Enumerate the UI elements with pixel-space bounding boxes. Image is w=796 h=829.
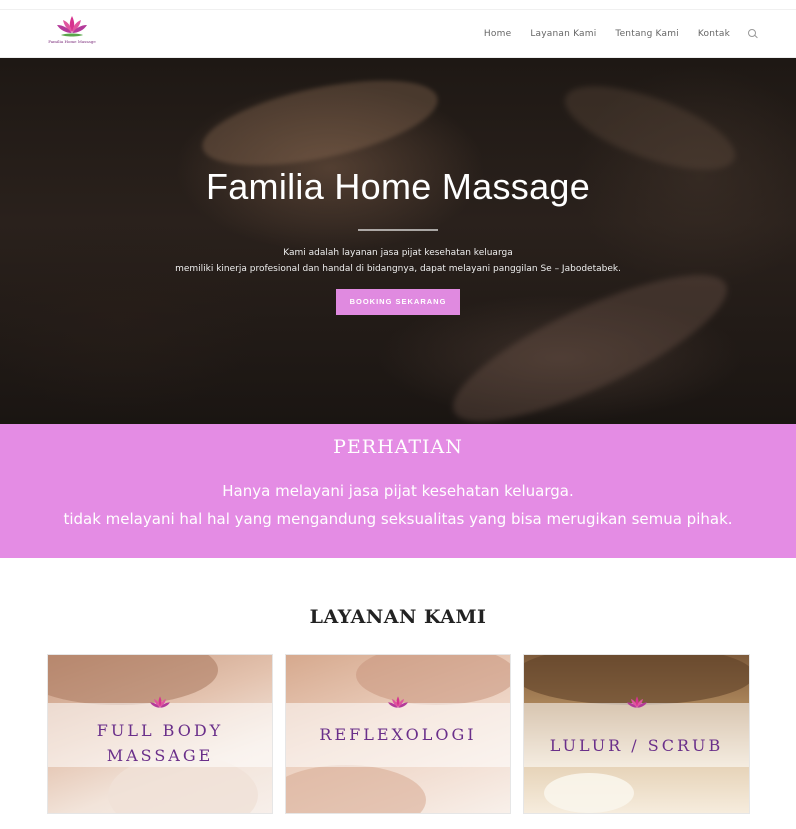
top-strip <box>0 0 796 10</box>
nav-layanan-kami[interactable]: Layanan Kami <box>530 29 596 39</box>
service-card-title: FULL BODY MASSAGE <box>96 721 224 765</box>
hero-description: Kami adalah layanan jasa pijat kesehatan… <box>0 245 796 277</box>
notice-band: PERHATIAN Hanya melayani jasa pijat kese… <box>0 424 796 558</box>
nav-tentang-kami[interactable]: Tentang Kami <box>615 29 678 39</box>
service-card-reflexologi[interactable]: REFLEXOLOGI <box>285 654 511 814</box>
main-nav: Home Layanan Kami Tentang Kami Kontak <box>465 10 758 58</box>
lotus-icon <box>57 16 87 37</box>
hero-desc-line1: Kami adalah layanan jasa pijat kesehatan… <box>283 248 513 258</box>
service-card-lulur-scrub[interactable]: LULUR / SCRUB <box>523 654 750 814</box>
lotus-icon <box>150 696 170 708</box>
service-card-full-body[interactable]: FULL BODY MASSAGE <box>47 654 273 814</box>
service-card-title: LULUR / SCRUB <box>549 736 724 755</box>
hero-banner: Familia Home Massage Kami adalah layanan… <box>0 58 796 424</box>
logo-text: Familia Home Massage <box>48 39 96 44</box>
hero-desc-line2: memiliki kinerja profesional dan handal … <box>175 264 621 274</box>
nav-home[interactable]: Home <box>484 29 511 39</box>
nav-kontak[interactable]: Kontak <box>698 29 730 39</box>
notice-title: PERHATIAN <box>333 436 463 458</box>
booking-button[interactable]: BOOKING SEKARANG <box>336 289 460 315</box>
notice-line2: tidak melayani hal hal yang mengandung s… <box>63 510 733 528</box>
services-title: LAYANAN KAMI <box>309 606 487 628</box>
site-logo[interactable]: Familia Home Massage <box>48 14 96 54</box>
hero-title: Familia Home Massage <box>205 166 591 207</box>
lotus-icon <box>388 696 408 708</box>
hero-background-image <box>195 63 445 183</box>
search-icon[interactable] <box>748 29 758 39</box>
site-header: Familia Home Massage Home Layanan Kami T… <box>0 10 796 58</box>
lotus-icon <box>626 696 647 708</box>
hero-divider <box>358 229 438 231</box>
notice-line1: Hanya melayani jasa pijat kesehatan kelu… <box>222 482 574 500</box>
service-card-title: REFLEXOLOGI <box>319 725 477 744</box>
